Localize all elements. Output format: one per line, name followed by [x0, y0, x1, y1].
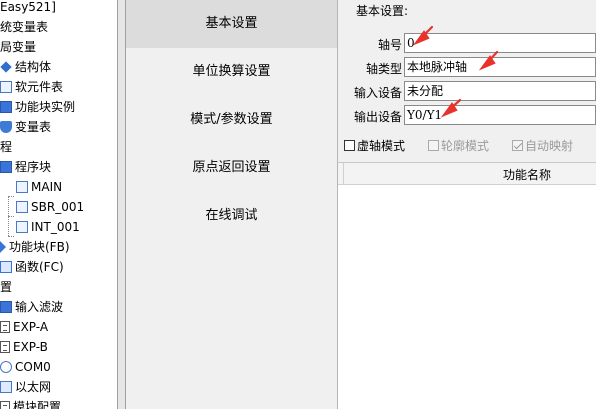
tree-item-exp-a[interactable]: EXP-A: [0, 317, 48, 337]
checkbox-unchecked-icon: [344, 140, 355, 151]
column-separator: [338, 163, 344, 185]
nav-item-unit-conversion[interactable]: 单位换算设置: [126, 48, 337, 96]
module-icon: [0, 401, 10, 409]
diamond-icon: [0, 61, 12, 73]
axis-type-field[interactable]: 本地脉冲轴: [404, 57, 596, 77]
tree-item-exp-b[interactable]: EXP-B: [0, 337, 48, 357]
tree-item-device-table[interactable]: 软元件表: [0, 77, 63, 97]
nav-item-online-debug[interactable]: 在线调试: [126, 192, 337, 240]
tree-item-global-vars[interactable]: 局变量: [0, 37, 36, 57]
tree-item-ethernet[interactable]: 以太网: [0, 377, 51, 397]
virtual-axis-checkbox[interactable]: 虚轴模式: [344, 137, 405, 155]
nav-item-homing[interactable]: 原点返回设置: [126, 144, 337, 192]
tree-item-var-table[interactable]: 变量表: [0, 117, 51, 137]
axis-no-label: 轴号: [377, 38, 402, 52]
basic-settings-panel: 基本设置: 轴号 0 轴类型 本地脉冲轴 输入设备 未分配 输出设备 Y0/Y1…: [338, 0, 596, 409]
tree-connector: [8, 196, 14, 197]
axis-type-label: 轴类型: [365, 62, 402, 76]
tree-item-config[interactable]: 置: [0, 277, 12, 297]
axis-no-field[interactable]: 0: [404, 33, 596, 53]
tree-item-input-filter[interactable]: 输入滤波: [0, 297, 63, 317]
tree-item-main[interactable]: MAIN: [16, 177, 62, 197]
network-icon: [0, 381, 12, 393]
panel-title: 基本设置:: [356, 4, 409, 18]
block-icon: [0, 161, 12, 173]
pane-splitter[interactable]: [117, 0, 126, 409]
tree-item-fc[interactable]: 函数(FC): [0, 257, 64, 277]
block-icon: [0, 241, 6, 253]
output-device-label: 输出设备: [353, 110, 402, 124]
tree-item-fb[interactable]: 功能块(FB): [0, 237, 70, 257]
tree-item-com0[interactable]: COM0: [0, 357, 51, 377]
nav-item-mode-params[interactable]: 模式/参数设置: [126, 96, 337, 144]
function-table-header: 功能名称: [338, 163, 596, 185]
contour-mode-checkbox[interactable]: 轮廓模式: [428, 137, 489, 155]
block-icon: [0, 101, 12, 113]
auto-map-checkbox[interactable]: 自动映射: [512, 137, 573, 155]
document-icon: [16, 181, 28, 193]
nav-item-basic-settings[interactable]: 基本设置: [126, 0, 337, 48]
settings-nav: 基本设置 单位换算设置 模式/参数设置 原点返回设置 在线调试: [126, 0, 338, 409]
function-table: 功能名称: [338, 162, 596, 409]
tree-item-sbr001[interactable]: SBR_001: [16, 197, 84, 217]
shield-icon: [0, 121, 12, 133]
tree-item-project[interactable]: Easy521]: [0, 0, 56, 17]
input-device-field[interactable]: 未分配: [404, 81, 596, 101]
tree-item-fb-instance[interactable]: 功能块实例: [0, 97, 75, 117]
filter-icon: [0, 301, 12, 313]
tree-item-system-vars[interactable]: 统变量表: [0, 17, 48, 37]
tree-item-programming[interactable]: 程: [0, 137, 12, 157]
project-tree: Easy521] 统变量表 局变量 结构体 软元件表 功能块实例 变量表 程 程…: [0, 0, 117, 409]
port-icon: [0, 361, 12, 373]
tree-connector: [8, 216, 14, 217]
input-device-label: 输入设备: [353, 86, 402, 100]
document-icon: [16, 221, 28, 233]
document-icon: [16, 201, 28, 213]
column-header-function-name[interactable]: 功能名称: [503, 166, 551, 183]
module-icon: [0, 341, 10, 353]
module-icon: [0, 321, 10, 333]
function-icon: [0, 261, 12, 273]
checkbox-disabled-icon: [428, 140, 439, 151]
checkbox-checked-icon: [512, 140, 523, 151]
output-device-field[interactable]: Y0/Y1: [404, 105, 596, 125]
tree-item-struct[interactable]: 结构体: [0, 57, 51, 77]
tree-item-module-config[interactable]: 模块配置: [0, 397, 61, 409]
tree-item-program-block[interactable]: 程序块: [0, 157, 51, 177]
document-icon: [0, 81, 12, 93]
tree-item-int001[interactable]: INT_001: [16, 217, 80, 237]
